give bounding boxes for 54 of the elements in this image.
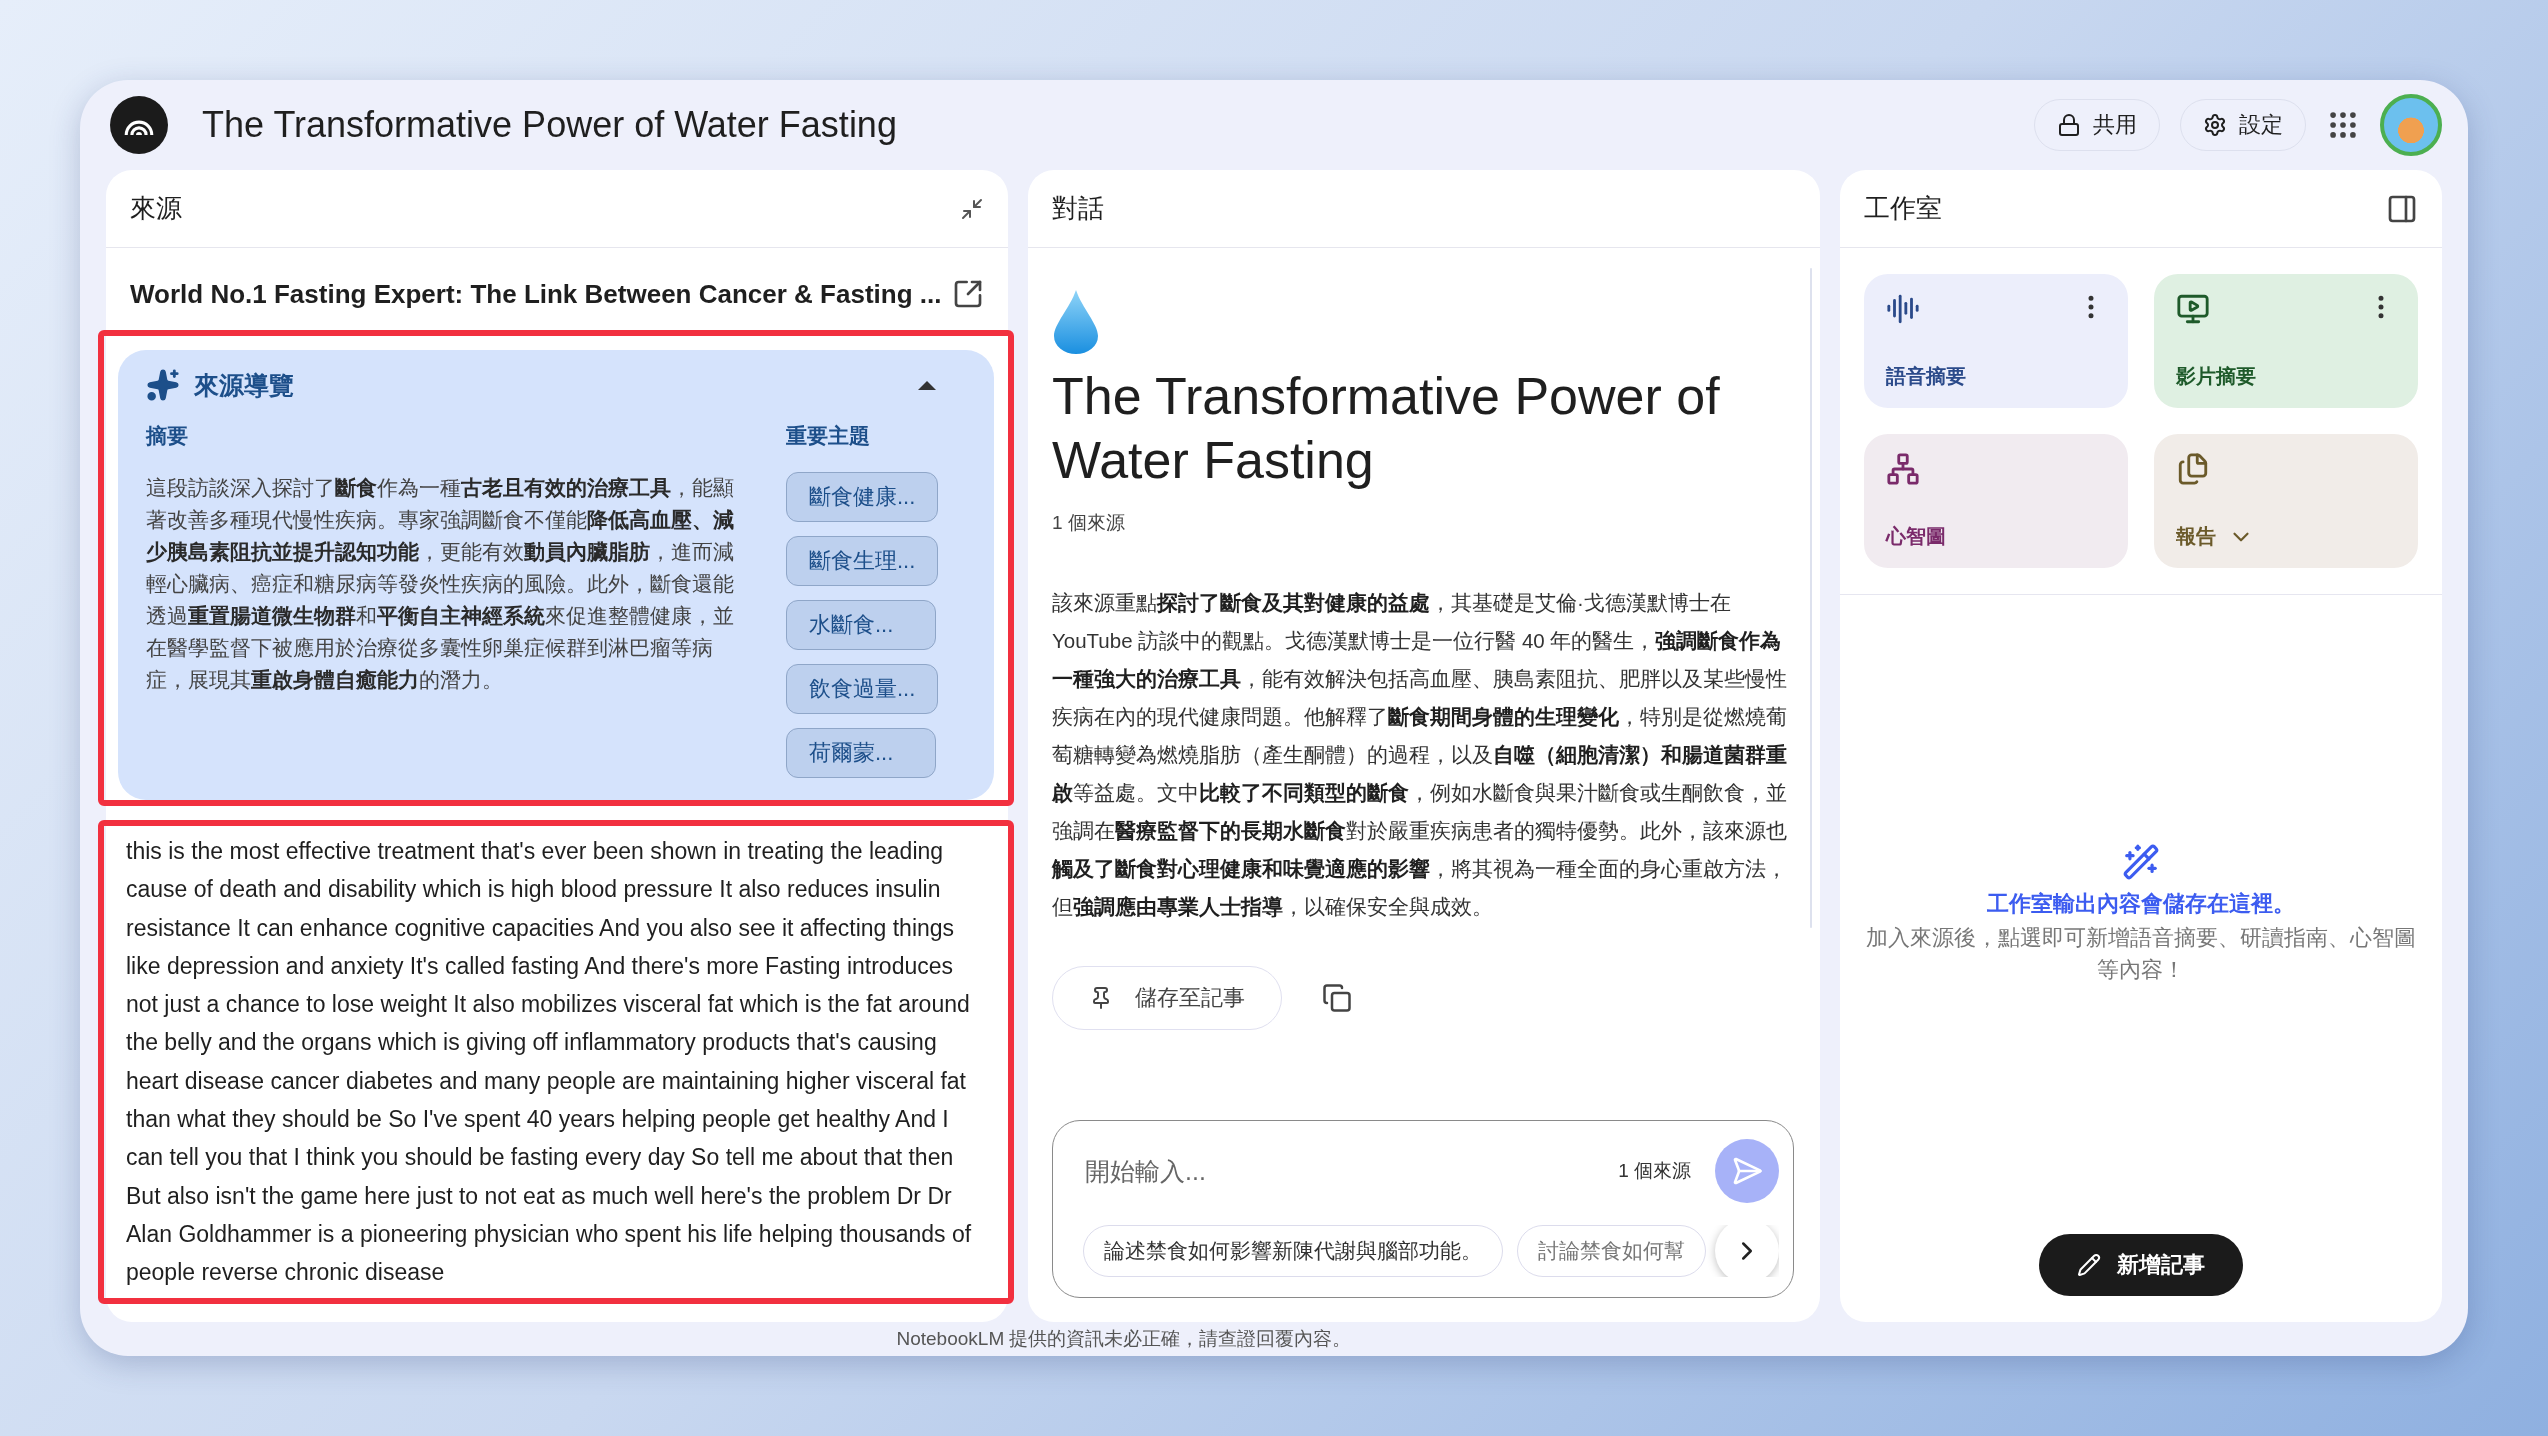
tool-label: 心智圖 [1886,524,1946,549]
studio-tool-card[interactable]: 心智圖 [1864,434,2128,568]
app-logo[interactable] [110,96,168,154]
copy-icon[interactable] [1322,983,1352,1013]
topic-chip[interactable]: 荷爾蒙... [786,728,936,778]
settings-icon [2203,113,2227,137]
suggestion-chip[interactable]: 論述禁食如何影響新陳代謝與腦部功能。 [1083,1225,1503,1277]
studio-tool-card[interactable]: 影片摘要 [2154,274,2418,408]
save-to-note-button[interactable]: 儲存至記事 [1052,966,1282,1030]
studio-tool-card[interactable]: 語音摘要 [1864,274,2128,408]
notebook-heading: The Transformative Power of Water Fasting [1052,366,1721,491]
summary-label: 摘要 [146,423,189,449]
source-count: 1 個來源 [1052,511,1126,535]
send-icon [1731,1155,1763,1187]
topic-chip[interactable]: 水斷食... [786,600,936,650]
pencil-icon [2077,1253,2101,1277]
topic-chip[interactable]: 斷食健康... [786,472,939,522]
transcript-text: this is the most effective treatment that's ever been shown in treating the leading cause of death and disability which is high blood pressure It also reduces insulin resistance It can enhance cognitive capacities And you also see it affecting things like depression and anxiety It's called fasting And there's more Fasting introduces not just a chance to lose weight It also mobilizes visceral fat which is the fat around the belly and the organs which is giving off inflammatory products that's causing heart disease cancer diabetes and many people are maintaining higher visceral fat than what they should be So I've spent 40 years helping people get healthy And I can tell you that I think you should be fasting every day So tell me about that then But also isn't the game here just to not eat as much well here's the problem Dr Dr Alan Goldhammer is a pioneering physician who spent his life helping thousands of people reverse chronic disease [125,837,973,1288]
empty-state-text: 加入來源後，點選即可新增語音摘要、研讀指南、心智圖等內容！ [1865,925,2417,984]
water-drop-icon [1052,288,1100,354]
mind-map-icon [1886,452,1920,486]
topic-chip[interactable]: 飲食過量... [786,664,939,714]
collapse-caret-icon[interactable] [918,380,936,390]
panel-title: 來源 [130,192,182,225]
sparkle-icon [146,368,180,402]
tool-label: 報告 [2176,524,2216,549]
lock-icon [2057,113,2081,137]
magic-wand-icon [2122,843,2160,881]
scrollbar[interactable] [1810,268,1812,928]
add-note-button[interactable]: 新增記事 [2039,1234,2243,1296]
notebook-title: The Transformative Power of Water Fasting [202,104,898,146]
share-button[interactable]: 共用 [2034,99,2160,151]
tool-label: 語音摘要 [1886,364,1966,389]
studio-tool-card[interactable]: 報告 [2154,434,2418,568]
video-player-icon [2176,292,2210,326]
report-icon [2176,452,2210,486]
settings-button[interactable]: 設定 [2180,99,2306,151]
empty-state-title: 工作室輸出內容會儲存在這裡。 [1987,891,2295,918]
chat-input[interactable]: 開始輸入... [1083,1155,1595,1187]
external-link-icon[interactable] [952,278,984,310]
panel-title: 工作室 [1864,192,1942,225]
summary-text: 這段訪談深入探討了斷食作為一種古老且有效的治療工具，能顯著改善多種現代慢性疾病。專家強調斷食不僅能降低高血壓、減少胰島素阻抗並提升認知功能，更能有效動員內臟脂肪，進而減輕心臟病、癌症和糖尿病等發炎性疾病的風險。此外，斷食還能透過重置腸道微生物群和平衡自主神經系統來促進整體健康，並在醫學監督下被應用於治療從多囊性卵巢症候群到淋巴瘤等病症，展現其重啟身體自癒能力的潛力。 [146,475,735,693]
collapse-icon[interactable] [960,196,984,221]
disclaimer-text: NotebookLM 提供的資訊未必正確，請查證回覆內容。 [895,1327,1353,1351]
input-source-count: 1 個來源 [1618,1159,1691,1183]
notebook-summary: 該來源重點探討了斷食及其對健康的益處，其基礎是艾倫·戈德漢默博士在 YouTube 訪談中的觀點。戈德漢默博士是一位行醫 40 年的醫生，強調斷食作為一種強大的治療工具，能有效解決包括高血壓、胰島素阻抗、肥胖以及某些慢性疾病在內的現代健康問題。他解釋了斷食期間身體的生理變化，特別是從燃燒葡萄糖轉變為燃燒脂肪（產生酮體）的過程，以及自噬（細胞清潔）和腸道菌群重啟等益處。文中比較了不同類型的斷食，例如水斷食與果汁斷食或生酮飲食，並強調在醫療監督下的長期水斷食對於嚴重疾病患者的獨特優勢。此外，該來源也觸及了斷食對心理健康和味覺適應的影響，將其視為一種全面的身心重啟方法，但強調應由專業人士指導，以確保安全與成效。 [1052,590,1788,920]
audio-waveform-icon [1886,292,1920,326]
topics-label: 重要主題 [786,423,871,449]
source-title: World No.1 Fasting Expert: The Link Between Cancer & Fasting ... [130,278,942,310]
suggestion-chip[interactable]: 討論禁食如何幫 [1517,1225,1706,1277]
topic-chip[interactable]: 斷食生理... [786,536,939,586]
overview-title: 來源導覽 [194,369,295,401]
panel-title: 對話 [1052,192,1104,225]
tool-label: 影片摘要 [2176,364,2256,389]
